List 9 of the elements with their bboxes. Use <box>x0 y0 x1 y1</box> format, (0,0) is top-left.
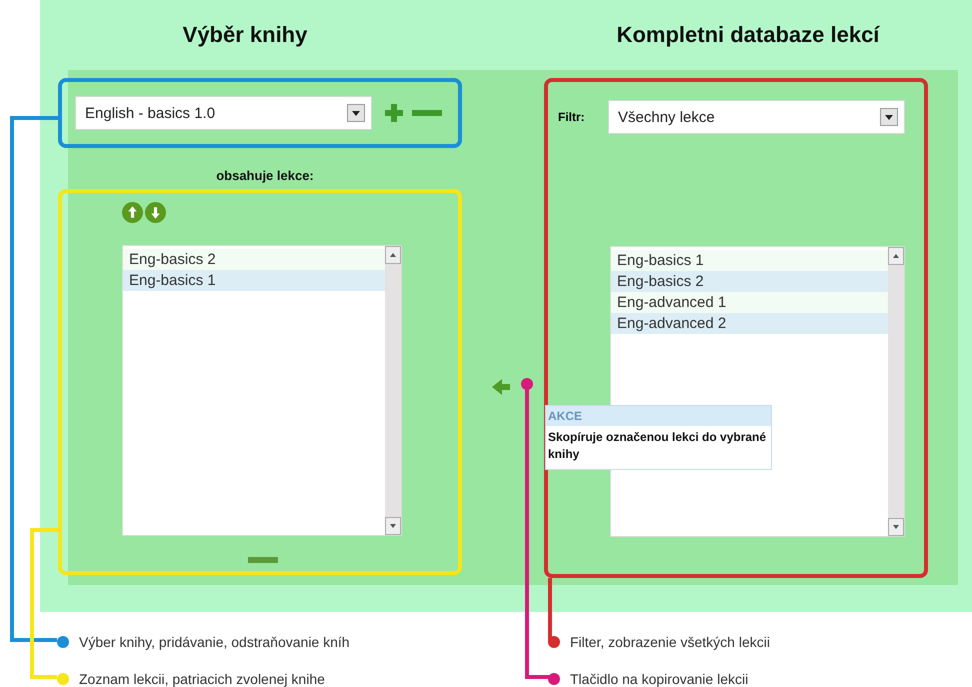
section-label: obsahuje lekce: <box>215 168 315 183</box>
panel-title: Výběr knihy <box>182 22 308 48</box>
legend-text: Tlačidlo na kopirovanie lekcii <box>570 671 748 687</box>
tooltip-title: AKCE <box>546 406 771 426</box>
legend-text: Výber knihy, pridávanie, odstraňovanie kníh <box>79 634 350 650</box>
panel-title: Kompletni databaze lekcí <box>616 22 881 48</box>
filter-label: Filtr: <box>558 110 586 124</box>
legend-text: Filter, zobrazenie všetkých lekcii <box>570 634 770 650</box>
legend-text: Zoznam lekcii, patriacich zvolenej knihe <box>79 671 325 687</box>
